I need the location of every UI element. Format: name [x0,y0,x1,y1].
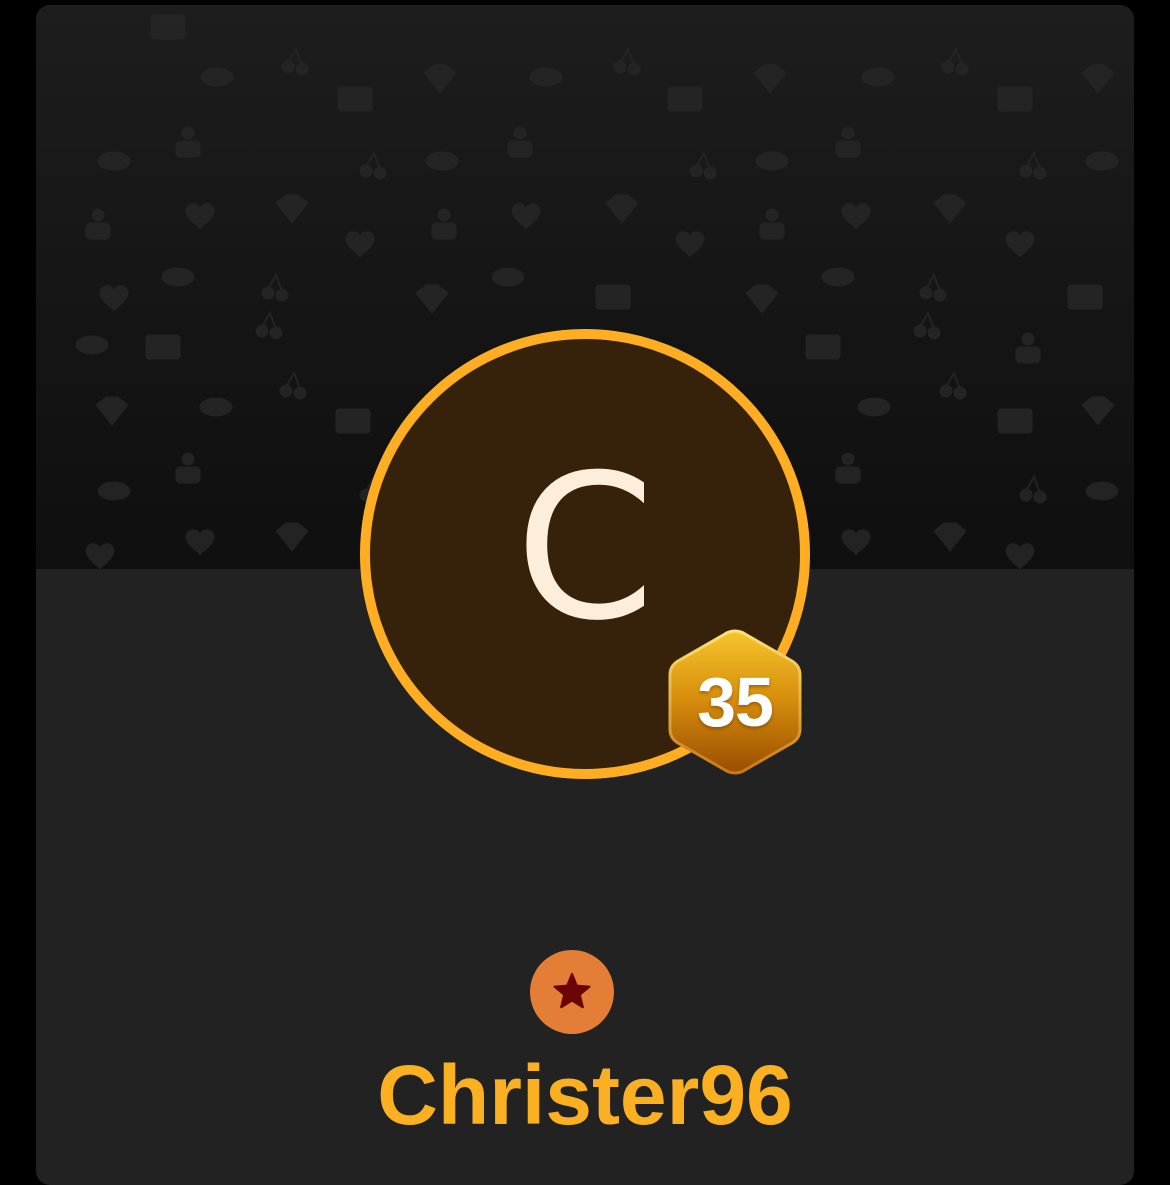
level-number: 35 [697,663,774,741]
avatar-container[interactable]: C 35 [360,329,810,779]
rank-badge[interactable] [530,950,614,1034]
username: Christer96 [377,1048,793,1142]
level-badge: 35 [666,627,804,777]
profile-card: C 35 Christer96 [36,5,1134,1185]
star-icon [553,972,591,1009]
avatar-initial: C [515,432,655,665]
